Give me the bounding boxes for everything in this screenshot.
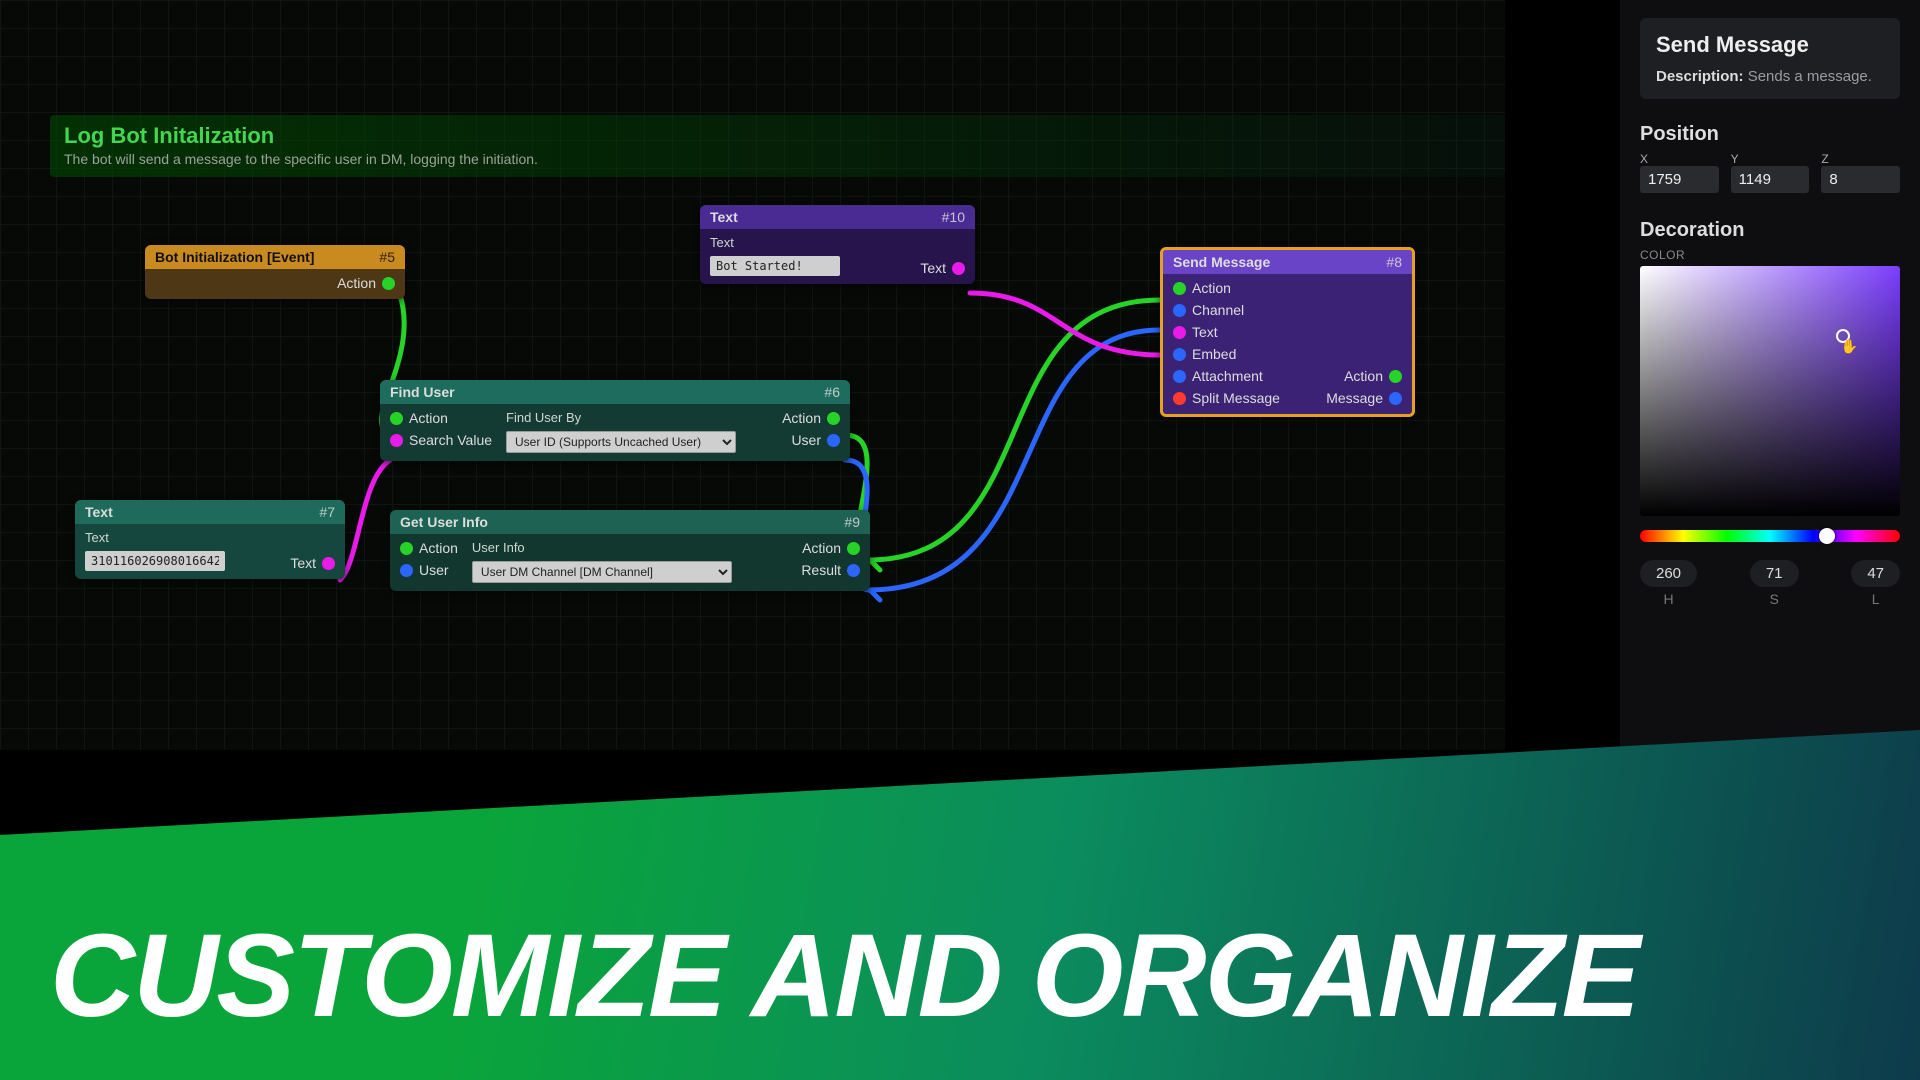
text-value-input[interactable] (85, 551, 225, 571)
selected-node-title: Send Message (1656, 32, 1884, 58)
node-title: Text (85, 504, 113, 520)
field-label: Text (710, 235, 906, 250)
node-title: Text (710, 209, 738, 225)
port-dot-icon (1173, 348, 1186, 361)
port-dot-icon (827, 434, 840, 447)
port-dot-icon (1173, 392, 1186, 405)
node-title: Find User (390, 384, 455, 400)
x-label: X (1640, 152, 1719, 166)
node-title: Send Message (1173, 254, 1270, 270)
graph-subtitle: The bot will send a message to the speci… (64, 151, 1491, 167)
node-find-user[interactable]: Find User #6 Action Search Value Find Use… (380, 380, 850, 461)
color-saturation-value-picker[interactable]: ✋ (1640, 266, 1900, 516)
port-result-out[interactable]: Result (801, 562, 860, 578)
node-text-literal[interactable]: Text #10 Text Text (700, 205, 975, 284)
port-action-in[interactable]: Action (390, 410, 492, 426)
hsl-l-label: L (1851, 591, 1900, 607)
port-dot-icon (1173, 326, 1186, 339)
field-label: Text (85, 530, 276, 545)
field-label: User Info (472, 540, 732, 555)
description-text: Sends a message. (1748, 68, 1872, 85)
node-number: #9 (844, 514, 860, 530)
banner-headline: CUSTOMIZE AND ORGANIZE (50, 917, 1638, 1035)
field-label: Find User By (506, 410, 736, 425)
position-section-title: Position (1640, 123, 1900, 146)
node-info-card: Send Message Description: Sends a messag… (1640, 18, 1900, 99)
port-dot-icon (390, 434, 403, 447)
node-number: #8 (1386, 254, 1402, 270)
hue-slider-thumb[interactable] (1819, 528, 1835, 544)
node-title: Bot Initialization [Event] (155, 249, 314, 265)
port-dot-icon (952, 262, 965, 275)
hsl-s-value[interactable]: 71 (1750, 560, 1799, 587)
port-attachment-in[interactable]: Attachment (1173, 368, 1280, 384)
port-dot-icon (1173, 282, 1186, 295)
node-send-message[interactable]: Send Message #8 Action Channel Text Embed… (1160, 247, 1415, 417)
port-user-out[interactable]: User (791, 432, 840, 448)
graph-header: Log Bot Initalization The bot will send … (50, 115, 1505, 177)
color-hue-slider[interactable] (1640, 530, 1900, 542)
z-label: Z (1821, 152, 1900, 166)
port-action-out[interactable]: Action (337, 275, 395, 291)
port-search-value-in[interactable]: Search Value (390, 432, 492, 448)
hsl-h-label: H (1640, 591, 1697, 607)
port-text-out[interactable]: Text (920, 260, 965, 276)
description-label: Description: (1656, 68, 1744, 85)
find-user-by-select[interactable]: User ID (Supports Uncached User) (506, 431, 736, 453)
hsl-l-value[interactable]: 47 (1851, 560, 1900, 587)
port-channel-in[interactable]: Channel (1173, 302, 1280, 318)
port-dot-icon (847, 564, 860, 577)
position-z-input[interactable] (1821, 166, 1900, 193)
port-dot-icon (400, 542, 413, 555)
node-bot-initialization[interactable]: Bot Initialization [Event] #5 Action (145, 245, 405, 299)
port-message-out[interactable]: Message (1326, 390, 1402, 406)
port-action-out[interactable]: Action (1344, 368, 1402, 384)
port-text-out[interactable]: Text (290, 555, 335, 571)
text-value-input[interactable] (710, 256, 840, 276)
node-get-user-info[interactable]: Get User Info #9 Action User User Info Us… (390, 510, 870, 591)
hsl-s-label: S (1750, 591, 1799, 607)
node-number: #6 (824, 384, 840, 400)
port-dot-icon (847, 542, 860, 555)
node-graph-canvas[interactable]: Log Bot Initalization The bot will send … (0, 0, 1505, 750)
port-action-in[interactable]: Action (400, 540, 458, 556)
port-split-message-in[interactable]: Split Message (1173, 390, 1280, 406)
port-action-out[interactable]: Action (802, 540, 860, 556)
port-dot-icon (1173, 370, 1186, 383)
port-dot-icon (827, 412, 840, 425)
port-dot-icon (382, 277, 395, 290)
position-y-input[interactable] (1731, 166, 1810, 193)
node-title: Get User Info (400, 514, 488, 530)
graph-title: Log Bot Initalization (64, 123, 1491, 149)
hsl-h-value[interactable]: 260 (1640, 560, 1697, 587)
promo-banner: CUSTOMIZE AND ORGANIZE (0, 730, 1920, 1080)
decoration-section-title: Decoration (1640, 219, 1900, 242)
port-dot-icon (1173, 304, 1186, 317)
position-x-input[interactable] (1640, 166, 1719, 193)
hand-pointer-icon: ✋ (1841, 338, 1858, 355)
port-embed-in[interactable]: Embed (1173, 346, 1280, 362)
y-label: Y (1731, 152, 1810, 166)
port-text-in[interactable]: Text (1173, 324, 1280, 340)
user-info-select[interactable]: User DM Channel [DM Channel] (472, 561, 732, 583)
properties-sidebar: Send Message Description: Sends a messag… (1620, 0, 1920, 780)
node-text-input[interactable]: Text #7 Text Text (75, 500, 345, 579)
port-action-in[interactable]: Action (1173, 280, 1280, 296)
port-action-out[interactable]: Action (782, 410, 840, 426)
port-dot-icon (1389, 392, 1402, 405)
node-number: #10 (942, 209, 965, 225)
port-dot-icon (322, 557, 335, 570)
port-dot-icon (400, 564, 413, 577)
node-number: #7 (319, 504, 335, 520)
port-dot-icon (1389, 370, 1402, 383)
port-dot-icon (390, 412, 403, 425)
color-label: COLOR (1640, 248, 1900, 262)
port-user-in[interactable]: User (400, 562, 458, 578)
node-number: #5 (379, 249, 395, 265)
